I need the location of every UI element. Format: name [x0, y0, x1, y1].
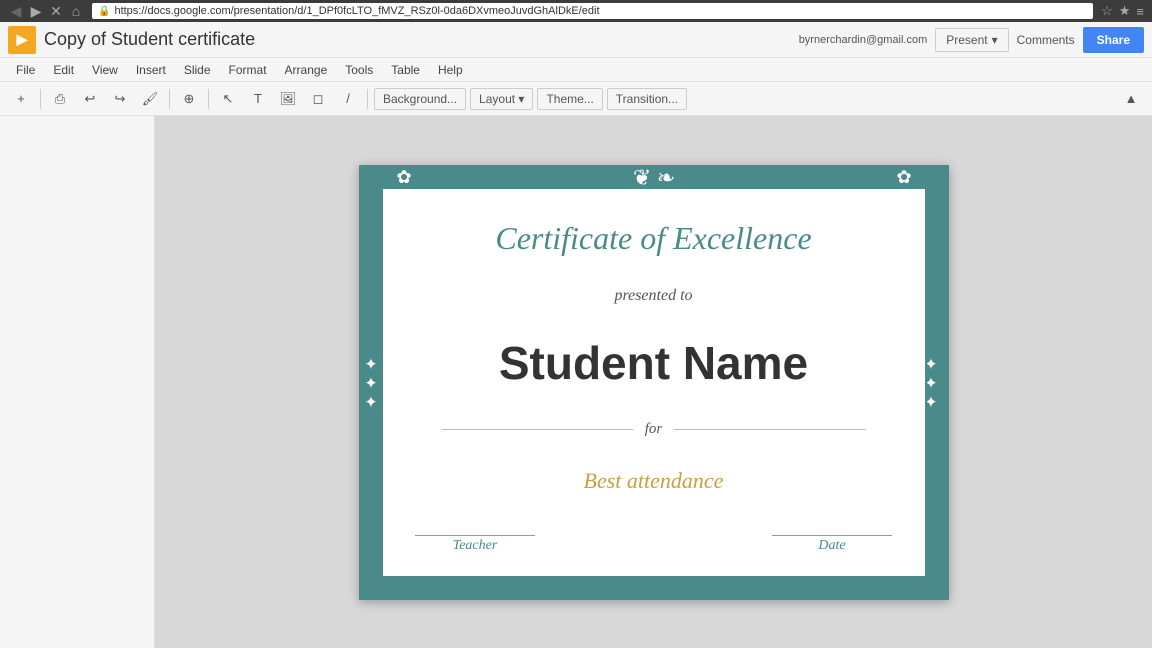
present-button[interactable]: Present ▾ [935, 28, 1008, 52]
layout-button[interactable]: Layout ▾ [470, 88, 533, 110]
bookmark-icon[interactable]: ☆ [1101, 3, 1113, 19]
cert-for-text: for [645, 421, 663, 438]
cert-student-name: Student Name [499, 336, 808, 390]
cert-line-right [674, 429, 865, 430]
undo-button[interactable]: ↩ [77, 86, 103, 112]
background-button[interactable]: Background... [374, 88, 466, 110]
menu-help[interactable]: Help [430, 61, 471, 79]
shape-button[interactable]: ◻ [305, 86, 331, 112]
browser-right-icons: ☆ ★ ≡ [1101, 3, 1144, 19]
separator-3 [208, 89, 209, 109]
menu-arrange[interactable]: Arrange [277, 61, 336, 79]
document-title: Copy of Student certificate [44, 29, 255, 50]
cert-title: Certificate of Excellence [495, 220, 811, 257]
separator-2 [169, 89, 170, 109]
app-icon: ▶ [8, 26, 36, 54]
paint-format-button[interactable]: 🖌 [137, 86, 163, 112]
menu-insert[interactable]: Insert [128, 61, 174, 79]
separator-4 [367, 89, 368, 109]
cert-teacher-line [415, 535, 535, 536]
slides-panel [0, 116, 155, 648]
menu-slide[interactable]: Slide [176, 61, 219, 79]
menu-tools[interactable]: Tools [337, 61, 381, 79]
textbox-button[interactable]: T [245, 86, 271, 112]
cert-achievement: Best attendance [584, 468, 724, 494]
comments-button[interactable]: Comments [1017, 33, 1075, 47]
menu-file[interactable]: File [8, 61, 43, 79]
forward-button[interactable]: ▶ [28, 3, 44, 20]
present-label: Present [946, 33, 987, 47]
present-dropdown-icon: ▾ [992, 33, 998, 47]
cert-date-label: Date [818, 538, 845, 554]
address-bar[interactable]: 🔒 https://docs.google.com/presentation/d… [92, 3, 1093, 19]
collapse-button[interactable]: ▲ [1118, 86, 1144, 112]
cursor-button[interactable]: ↖ [215, 86, 241, 112]
home-button[interactable]: ⌂ [68, 3, 84, 19]
cert-line-left [442, 429, 633, 430]
transition-button[interactable]: Transition... [607, 88, 687, 110]
print-button[interactable]: ⎙ [47, 86, 73, 112]
toolbar-right: ▲ [1118, 86, 1144, 112]
browser-nav-controls: ◀ ▶ ✕ ⌂ [8, 3, 84, 20]
cert-date-line [772, 535, 892, 536]
certificate-slide: ❦ ❧ ✿ ✿ ❦ ❧ ✿ ✿ ✦✦✦ ✦✦✦ [359, 165, 949, 600]
image-button[interactable]: 🖼 [275, 86, 301, 112]
title-bar-right: byrnerchardin@gmail.com Present ▾ Commen… [799, 27, 1144, 53]
redo-button[interactable]: ↪ [107, 86, 133, 112]
menu-format[interactable]: Format [221, 61, 275, 79]
main-area: ❦ ❧ ✿ ✿ ❦ ❧ ✿ ✿ ✦✦✦ ✦✦✦ [0, 116, 1152, 648]
url-text: https://docs.google.com/presentation/d/1… [114, 5, 599, 17]
app-icon-symbol: ▶ [17, 31, 28, 48]
cert-teacher-block: Teacher [415, 535, 535, 554]
menu-icon[interactable]: ≡ [1136, 4, 1144, 19]
menu-view[interactable]: View [84, 61, 126, 79]
menu-edit[interactable]: Edit [45, 61, 82, 79]
close-button[interactable]: ✕ [48, 3, 64, 20]
cert-presented-to: presented to [614, 287, 692, 305]
cert-signatures: Teacher Date [415, 535, 892, 554]
line-button[interactable]: / [335, 86, 361, 112]
cert-for-section: for [442, 421, 866, 438]
zoom-button[interactable]: ⊕ [176, 86, 202, 112]
slide-workspace[interactable]: ❦ ❧ ✿ ✿ ❦ ❧ ✿ ✿ ✦✦✦ ✦✦✦ [155, 116, 1152, 648]
share-button[interactable]: Share [1083, 27, 1144, 53]
separator-1 [40, 89, 41, 109]
cert-teacher-label: Teacher [453, 538, 498, 554]
browser-chrome: ◀ ▶ ✕ ⌂ 🔒 https://docs.google.com/presen… [0, 0, 1152, 22]
add-button[interactable]: + [8, 86, 34, 112]
theme-button[interactable]: Theme... [537, 88, 602, 110]
menu-table[interactable]: Table [383, 61, 428, 79]
user-email: byrnerchardin@gmail.com [799, 34, 928, 46]
extension-icon[interactable]: ★ [1119, 3, 1131, 19]
menu-bar: File Edit View Insert Slide Format Arran… [0, 58, 1152, 82]
back-button[interactable]: ◀ [8, 3, 24, 20]
cert-content: Certificate of Excellence presented to S… [389, 195, 919, 570]
title-bar: ▶ Copy of Student certificate byrnerchar… [0, 22, 1152, 58]
cert-date-block: Date [772, 535, 892, 554]
toolbar: + ⎙ ↩ ↪ 🖌 ⊕ ↖ T 🖼 ◻ / Background... Layo… [0, 82, 1152, 116]
